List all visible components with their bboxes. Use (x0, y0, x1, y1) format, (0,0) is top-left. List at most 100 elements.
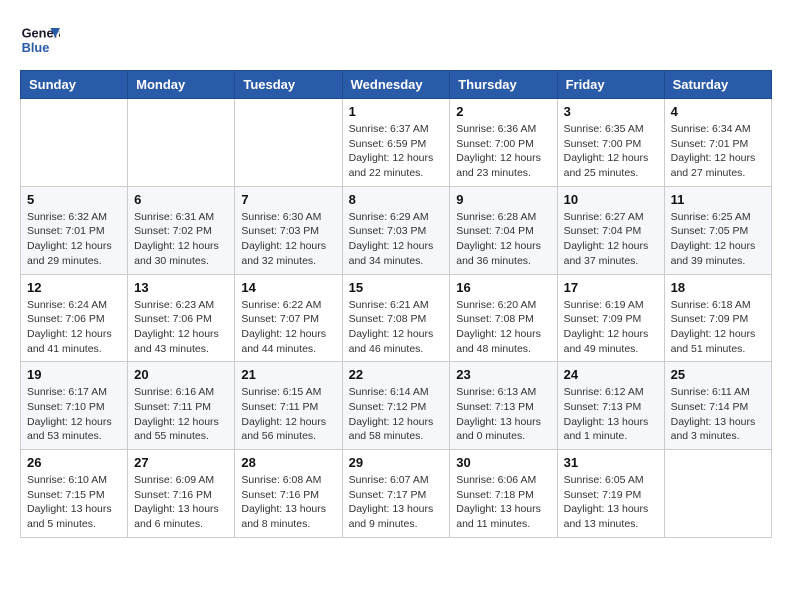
calendar-cell: 20Sunrise: 6:16 AM Sunset: 7:11 PM Dayli… (128, 362, 235, 450)
day-number: 16 (456, 280, 550, 295)
weekday-header: Friday (557, 71, 664, 99)
day-info: Sunrise: 6:09 AM Sunset: 7:16 PM Dayligh… (134, 473, 228, 532)
calendar-header-row: SundayMondayTuesdayWednesdayThursdayFrid… (21, 71, 772, 99)
day-number: 17 (564, 280, 658, 295)
day-info: Sunrise: 6:25 AM Sunset: 7:05 PM Dayligh… (671, 210, 765, 269)
day-number: 24 (564, 367, 658, 382)
calendar-cell: 18Sunrise: 6:18 AM Sunset: 7:09 PM Dayli… (664, 274, 771, 362)
calendar-week-row: 19 Sunrise: 6:17 AM Sunset: 7:10 PM Dayli… (21, 362, 772, 450)
calendar-cell: 6Sunrise: 6:31 AM Sunset: 7:02 PM Daylig… (128, 186, 235, 274)
day-info: Sunrise: 6:34 AM Sunset: 7:01 PM Dayligh… (671, 122, 765, 181)
day-info: Sunrise: 6:30 AM Sunset: 7:03 PM Dayligh… (241, 210, 335, 269)
day-info: Sunrise: 6:16 AM Sunset: 7:11 PM Dayligh… (134, 385, 228, 444)
day-number: 14 (241, 280, 335, 295)
day-number: 8 (349, 192, 444, 207)
calendar-cell: 12 Sunrise: 6:24 AM Sunset: 7:06 PM Dayli… (21, 274, 128, 362)
calendar-cell: 3 Sunrise: 6:35 AM Sunset: 7:00 PM Daylig… (557, 99, 664, 187)
day-number: 3 (564, 104, 658, 119)
calendar-cell (21, 99, 128, 187)
day-number: 27 (134, 455, 228, 470)
day-number: 30 (456, 455, 550, 470)
calendar-cell: 23 Sunrise: 6:13 AM Sunset: 7:13 PM Dayli… (450, 362, 557, 450)
day-info: Sunrise: 6:28 AM Sunset: 7:04 PM Dayligh… (456, 210, 550, 269)
page-header: General Blue (20, 20, 772, 60)
calendar-cell (128, 99, 235, 187)
day-info: Sunrise: 6:08 AM Sunset: 7:16 PM Dayligh… (241, 473, 335, 532)
calendar-cell: 26 Sunrise: 6:10 AM Sunset: 7:15 PM Dayli… (21, 450, 128, 538)
day-number: 29 (349, 455, 444, 470)
weekday-header: Tuesday (235, 71, 342, 99)
day-info: Sunrise: 6:07 AM Sunset: 7:17 PM Dayligh… (349, 473, 444, 532)
svg-text:Blue: Blue (22, 40, 50, 55)
day-info: Sunrise: 6:15 AM Sunset: 7:11 PM Dayligh… (241, 385, 335, 444)
calendar-table: SundayMondayTuesdayWednesdayThursdayFrid… (20, 70, 772, 538)
day-number: 10 (564, 192, 658, 207)
day-info: Sunrise: 6:06 AM Sunset: 7:18 PM Dayligh… (456, 473, 550, 532)
day-info: Sunrise: 6:27 AM Sunset: 7:04 PM Dayligh… (564, 210, 658, 269)
calendar-cell: 25 Sunrise: 6:11 AM Sunset: 7:14 PM Dayli… (664, 362, 771, 450)
day-info: Sunrise: 6:17 AM Sunset: 7:10 PM Dayligh… (27, 385, 121, 444)
logo-icon: General Blue (20, 20, 60, 60)
day-info: Sunrise: 6:20 AM Sunset: 7:08 PM Dayligh… (456, 298, 550, 357)
day-number: 28 (241, 455, 335, 470)
day-info: Sunrise: 6:24 AM Sunset: 7:06 PM Dayligh… (27, 298, 121, 357)
day-number: 2 (456, 104, 550, 119)
calendar-cell: 28 Sunrise: 6:08 AM Sunset: 7:16 PM Dayli… (235, 450, 342, 538)
calendar-cell: 19 Sunrise: 6:17 AM Sunset: 7:10 PM Dayli… (21, 362, 128, 450)
day-info: Sunrise: 6:12 AM Sunset: 7:13 PM Dayligh… (564, 385, 658, 444)
day-info: Sunrise: 6:23 AM Sunset: 7:06 PM Dayligh… (134, 298, 228, 357)
calendar-cell: 21 Sunrise: 6:15 AM Sunset: 7:11 PM Dayli… (235, 362, 342, 450)
day-info: Sunrise: 6:37 AM Sunset: 6:59 PM Dayligh… (349, 122, 444, 181)
calendar-cell (235, 99, 342, 187)
day-number: 1 (349, 104, 444, 119)
weekday-header: Sunday (21, 71, 128, 99)
calendar-week-row: 1 Sunrise: 6:37 AM Sunset: 6:59 PM Daylig… (21, 99, 772, 187)
day-number: 25 (671, 367, 765, 382)
calendar-cell: 24 Sunrise: 6:12 AM Sunset: 7:13 PM Dayli… (557, 362, 664, 450)
calendar-cell: 31Sunrise: 6:05 AM Sunset: 7:19 PM Dayli… (557, 450, 664, 538)
day-number: 15 (349, 280, 444, 295)
calendar-week-row: 12 Sunrise: 6:24 AM Sunset: 7:06 PM Dayli… (21, 274, 772, 362)
calendar-cell: 15Sunrise: 6:21 AM Sunset: 7:08 PM Dayli… (342, 274, 450, 362)
weekday-header: Thursday (450, 71, 557, 99)
day-info: Sunrise: 6:36 AM Sunset: 7:00 PM Dayligh… (456, 122, 550, 181)
day-number: 12 (27, 280, 121, 295)
weekday-header: Saturday (664, 71, 771, 99)
day-info: Sunrise: 6:11 AM Sunset: 7:14 PM Dayligh… (671, 385, 765, 444)
day-number: 13 (134, 280, 228, 295)
calendar-week-row: 5Sunrise: 6:32 AM Sunset: 7:01 PM Daylig… (21, 186, 772, 274)
calendar-cell: 1 Sunrise: 6:37 AM Sunset: 6:59 PM Daylig… (342, 99, 450, 187)
calendar-cell: 7 Sunrise: 6:30 AM Sunset: 7:03 PM Daylig… (235, 186, 342, 274)
calendar-cell: 9Sunrise: 6:28 AM Sunset: 7:04 PM Daylig… (450, 186, 557, 274)
day-number: 4 (671, 104, 765, 119)
day-info: Sunrise: 6:22 AM Sunset: 7:07 PM Dayligh… (241, 298, 335, 357)
day-info: Sunrise: 6:31 AM Sunset: 7:02 PM Dayligh… (134, 210, 228, 269)
day-info: Sunrise: 6:05 AM Sunset: 7:19 PM Dayligh… (564, 473, 658, 532)
calendar-cell: 16 Sunrise: 6:20 AM Sunset: 7:08 PM Dayli… (450, 274, 557, 362)
day-number: 5 (27, 192, 121, 207)
calendar-cell: 13 Sunrise: 6:23 AM Sunset: 7:06 PM Dayli… (128, 274, 235, 362)
day-number: 7 (241, 192, 335, 207)
calendar-week-row: 26 Sunrise: 6:10 AM Sunset: 7:15 PM Dayli… (21, 450, 772, 538)
day-info: Sunrise: 6:19 AM Sunset: 7:09 PM Dayligh… (564, 298, 658, 357)
calendar-cell: 8Sunrise: 6:29 AM Sunset: 7:03 PM Daylig… (342, 186, 450, 274)
calendar-cell: 5Sunrise: 6:32 AM Sunset: 7:01 PM Daylig… (21, 186, 128, 274)
day-number: 26 (27, 455, 121, 470)
day-info: Sunrise: 6:18 AM Sunset: 7:09 PM Dayligh… (671, 298, 765, 357)
day-number: 21 (241, 367, 335, 382)
day-info: Sunrise: 6:13 AM Sunset: 7:13 PM Dayligh… (456, 385, 550, 444)
day-number: 19 (27, 367, 121, 382)
calendar-cell: 4 Sunrise: 6:34 AM Sunset: 7:01 PM Daylig… (664, 99, 771, 187)
weekday-header: Monday (128, 71, 235, 99)
calendar-cell: 2 Sunrise: 6:36 AM Sunset: 7:00 PM Daylig… (450, 99, 557, 187)
logo: General Blue (20, 20, 68, 60)
day-info: Sunrise: 6:35 AM Sunset: 7:00 PM Dayligh… (564, 122, 658, 181)
calendar-cell: 29 Sunrise: 6:07 AM Sunset: 7:17 PM Dayli… (342, 450, 450, 538)
day-number: 23 (456, 367, 550, 382)
calendar-cell: 14 Sunrise: 6:22 AM Sunset: 7:07 PM Dayli… (235, 274, 342, 362)
day-info: Sunrise: 6:10 AM Sunset: 7:15 PM Dayligh… (27, 473, 121, 532)
calendar-cell: 30 Sunrise: 6:06 AM Sunset: 7:18 PM Dayli… (450, 450, 557, 538)
calendar-cell: 10 Sunrise: 6:27 AM Sunset: 7:04 PM Dayli… (557, 186, 664, 274)
calendar-cell: 11Sunrise: 6:25 AM Sunset: 7:05 PM Dayli… (664, 186, 771, 274)
calendar-cell: 22Sunrise: 6:14 AM Sunset: 7:12 PM Dayli… (342, 362, 450, 450)
